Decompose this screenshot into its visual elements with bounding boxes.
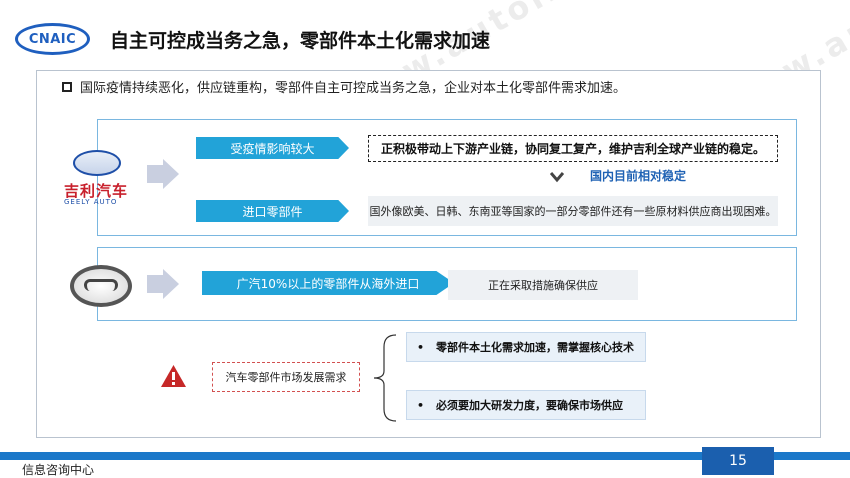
geely-tag-impact: 受疫情影响较大 [196,137,349,159]
geely-emblem-icon [73,150,121,176]
footer-org: 信息咨询中心 [22,463,95,477]
geely-impact-detail: 正积极带动上下游产业链，协同复工复产，维护吉利全球产业链的稳定。 [368,135,778,162]
geely-tag-imports: 进口零部件 [196,200,349,222]
arrow-bar [147,165,163,183]
square-bullet-icon [62,82,72,92]
market-need-item: • 零部件本土化需求加速，需掌握核心技术 [406,332,646,362]
domestic-status: 国内目前相对稳定 [590,169,687,183]
geely-imports-detail: 国外像欧美、日韩、东南亚等国家的一部分零部件还有一些原材料供应商出现困难。 [368,196,778,226]
page-title: 自主可控成当务之急，零部件本土化需求加速 [110,30,491,52]
brace-icon [373,334,397,422]
intro-text: 国际疫情持续恶化，供应链重构，零部件自主可控成当务之急，企业对本土化零部件需求加… [80,81,627,96]
page-number: 15 [702,447,774,475]
market-needs-label: 汽车零部件市场发展需求 [212,362,360,392]
gac-emblem-inner [84,279,118,291]
market-need-item: • 必须要加大研发力度，要确保市场供应 [406,390,646,420]
chevron-down-icon [550,172,564,183]
cnaic-logo: CNAIC [15,23,90,55]
logo-text: CNAIC [28,31,77,47]
arrow-right-icon [163,269,179,299]
arrow-bar [147,275,163,293]
warning-icon [161,365,186,387]
geely-logo-en: GEELY AUTO [64,198,118,206]
bullet-dot: • [417,340,425,354]
gac-detail: 正在采取措施确保供应 [448,270,638,300]
bullet-dot: • [417,398,425,412]
gac-tag-imports: 广汽10%以上的零部件从海外进口 [202,271,454,295]
arrow-right-icon [163,159,179,189]
